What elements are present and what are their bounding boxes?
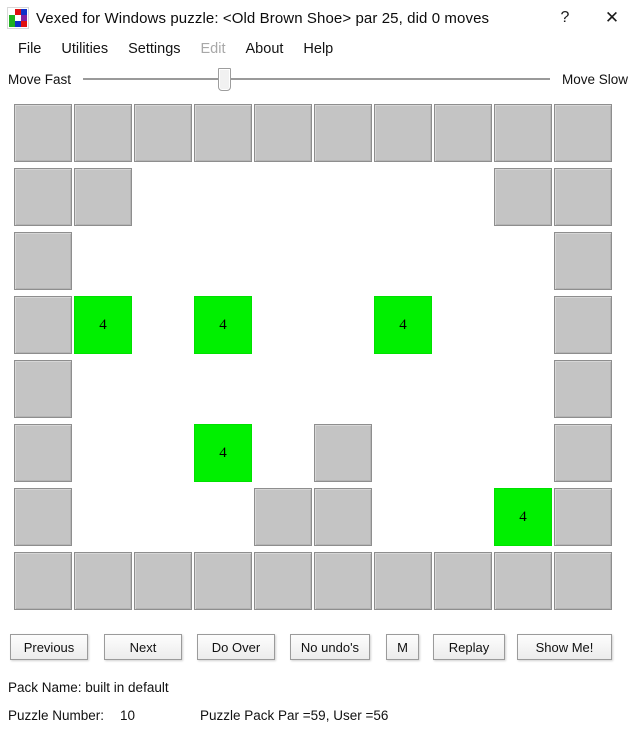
puzzle-wall-r1-c9 bbox=[554, 168, 612, 226]
vexed-app-icon bbox=[8, 8, 28, 28]
puzzle-wall-r0-c5 bbox=[314, 104, 372, 162]
puzzle-block-r6-c8[interactable]: 4 bbox=[494, 488, 552, 546]
puzzle-wall-r7-c1 bbox=[74, 552, 132, 610]
puzzle-wall-r0-c1 bbox=[74, 104, 132, 162]
next-button[interactable]: Next bbox=[104, 634, 182, 660]
puzzle-wall-r2-c9 bbox=[554, 232, 612, 290]
window-title: Vexed for Windows puzzle: <Old Brown Sho… bbox=[36, 9, 490, 27]
menu-item-utilities[interactable]: Utilities bbox=[51, 39, 118, 59]
puzzle-par-label: Puzzle Pack Par =59, User =56 bbox=[200, 708, 389, 723]
puzzle-wall-r7-c3 bbox=[194, 552, 252, 610]
puzzle-wall-r0-c6 bbox=[374, 104, 432, 162]
puzzle-wall-r0-c8 bbox=[494, 104, 552, 162]
move-slow-label: Move Slow bbox=[561, 71, 628, 87]
puzzle-wall-r0-c9 bbox=[554, 104, 612, 162]
puzzle-wall-r7-c2 bbox=[134, 552, 192, 610]
puzzle-number-value: 10 bbox=[120, 708, 136, 723]
puzzle-wall-r6-c0 bbox=[14, 488, 72, 546]
menu-item-file[interactable]: File bbox=[8, 39, 51, 59]
speed-slider-row: Move Fast Move Slow bbox=[0, 62, 636, 96]
puzzle-wall-r7-c6 bbox=[374, 552, 432, 610]
puzzle-wall-r7-c9 bbox=[554, 552, 612, 610]
previous-button[interactable]: Previous bbox=[10, 634, 88, 660]
puzzle-wall-r0-c4 bbox=[254, 104, 312, 162]
puzzle-wall-r0-c7 bbox=[434, 104, 492, 162]
puzzle-wall-r0-c2 bbox=[134, 104, 192, 162]
menu-item-about[interactable]: About bbox=[236, 39, 294, 59]
puzzle-wall-r0-c0 bbox=[14, 104, 72, 162]
puzzle-wall-r6-c9 bbox=[554, 488, 612, 546]
menubar: File Utilities Settings Edit About Help bbox=[0, 36, 636, 62]
menu-item-help[interactable]: Help bbox=[293, 39, 343, 59]
move-fast-label: Move Fast bbox=[8, 71, 72, 87]
puzzle-wall-r6-c4 bbox=[254, 488, 312, 546]
window-titlebar: Vexed for Windows puzzle: <Old Brown Sho… bbox=[0, 0, 636, 36]
window-controls: ? ✕ bbox=[542, 0, 636, 36]
puzzle-wall-r2-c0 bbox=[14, 232, 72, 290]
puzzle-wall-r3-c0 bbox=[14, 296, 72, 354]
puzzle-wall-r4-c9 bbox=[554, 360, 612, 418]
speed-slider[interactable] bbox=[83, 66, 550, 92]
do-over-button[interactable]: Do Over bbox=[197, 634, 275, 660]
puzzle-wall-r6-c5 bbox=[314, 488, 372, 546]
puzzle-wall-r5-c5 bbox=[314, 424, 372, 482]
pack-name-label: Pack Name: built in default bbox=[8, 680, 169, 695]
help-button[interactable]: ? bbox=[542, 0, 588, 36]
puzzle-block-r3-c1[interactable]: 4 bbox=[74, 296, 132, 354]
puzzle-number-label: Puzzle Number: bbox=[8, 708, 105, 723]
puzzle-wall-r1-c8 bbox=[494, 168, 552, 226]
show-me--button[interactable]: Show Me! bbox=[517, 634, 612, 660]
puzzle-wall-r4-c0 bbox=[14, 360, 72, 418]
puzzle-block-r3-c3[interactable]: 4 bbox=[194, 296, 252, 354]
puzzle-wall-r7-c7 bbox=[434, 552, 492, 610]
puzzle-wall-r3-c9 bbox=[554, 296, 612, 354]
close-icon[interactable]: ✕ bbox=[588, 0, 636, 36]
puzzle-wall-r5-c0 bbox=[14, 424, 72, 482]
puzzle-block-r3-c6[interactable]: 4 bbox=[374, 296, 432, 354]
puzzle-wall-r0-c3 bbox=[194, 104, 252, 162]
menu-item-edit: Edit bbox=[200, 41, 226, 57]
m-button[interactable]: M bbox=[386, 634, 419, 660]
puzzle-wall-r7-c5 bbox=[314, 552, 372, 610]
menu-item-settings[interactable]: Settings bbox=[118, 39, 190, 59]
app-icon-tile-8 bbox=[21, 21, 27, 27]
control-button-row: Previous Next Do Over No undo's M Replay Show … bbox=[0, 634, 636, 668]
no-undo-s-button[interactable]: No undo's bbox=[290, 634, 370, 660]
slider-track bbox=[83, 78, 550, 80]
puzzle-wall-r7-c4 bbox=[254, 552, 312, 610]
puzzle-board[interactable]: 4 4 4 4 4 bbox=[14, 104, 616, 616]
puzzle-wall-r1-c1 bbox=[74, 168, 132, 226]
puzzle-wall-r7-c8 bbox=[494, 552, 552, 610]
puzzle-block-r5-c3[interactable]: 4 bbox=[194, 424, 252, 482]
puzzle-wall-r5-c9 bbox=[554, 424, 612, 482]
puzzle-wall-r1-c0 bbox=[14, 168, 72, 226]
puzzle-wall-r7-c0 bbox=[14, 552, 72, 610]
replay-button[interactable]: Replay bbox=[433, 634, 505, 660]
slider-thumb[interactable] bbox=[218, 68, 232, 91]
